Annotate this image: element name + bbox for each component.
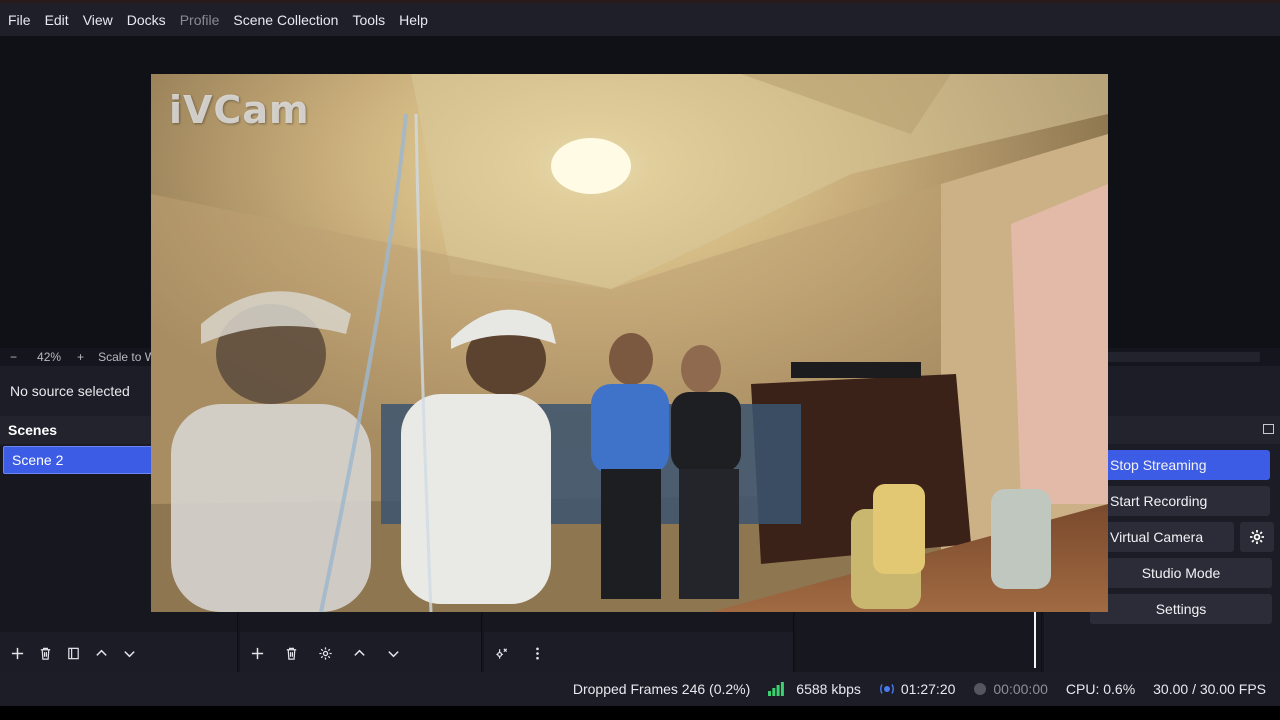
transition-duration-marker <box>1034 612 1036 668</box>
move-source-up-button[interactable] <box>348 642 370 664</box>
menu-profile[interactable]: Profile <box>180 12 220 28</box>
menu-scene-collection[interactable]: Scene Collection <box>233 12 338 28</box>
settings-button[interactable]: Settings <box>1090 594 1272 624</box>
zoom-level: 42% <box>37 350 62 364</box>
gear-icon <box>1250 530 1264 544</box>
settings-label: Settings <box>1155 601 1207 617</box>
cpu-text: CPU: 0.6% <box>1065 681 1136 697</box>
arrow-up-icon <box>353 649 365 656</box>
add-scene-button[interactable] <box>6 642 28 664</box>
video-scene-image <box>151 74 1108 612</box>
virtual-camera-label: Virtual Camera <box>1110 529 1204 545</box>
remove-source-button[interactable] <box>280 642 302 664</box>
start-recording-button[interactable]: Start Recording <box>1106 486 1270 516</box>
dropped-frames-text: Dropped Frames 246 (0.2%) <box>572 681 751 697</box>
trash-icon <box>40 647 50 660</box>
menu-tools[interactable]: Tools <box>352 12 385 28</box>
scale-mode-label[interactable]: Scale to Wi <box>98 350 159 364</box>
bitrate-text: 6588 kbps <box>796 681 861 697</box>
menu-view[interactable]: View <box>83 12 113 28</box>
kebab-menu-icon <box>535 647 539 659</box>
remove-scene-button[interactable] <box>34 642 56 664</box>
zoom-out-button[interactable]: − <box>10 350 17 364</box>
menu-docks[interactable]: Docks <box>127 12 166 28</box>
menu-file[interactable]: File <box>8 12 31 28</box>
filter-icon <box>67 647 79 659</box>
scene-list-item[interactable]: Scene 2 <box>3 446 153 474</box>
ivcam-watermark: iVCam <box>169 88 310 132</box>
advanced-audio-button[interactable] <box>490 642 512 664</box>
audio-mixer-menu-button[interactable] <box>526 642 548 664</box>
scenes-title: Scenes <box>8 422 58 438</box>
mixer-settings-icon <box>495 647 507 659</box>
status-bar: Dropped Frames 246 (0.2%) 6588 kbps 01:2… <box>0 672 1280 706</box>
sources-toolbar <box>240 634 481 672</box>
audio-mixer-toolbar <box>484 634 793 672</box>
cpu-status: CPU: 0.6% <box>1066 681 1135 697</box>
window-bottom-edge <box>0 706 1280 720</box>
record-time-status: 00:00:00 <box>973 681 1048 697</box>
studio-mode-label: Studio Mode <box>1141 565 1221 581</box>
move-source-down-button[interactable] <box>382 642 404 664</box>
move-scene-up-button[interactable] <box>90 642 112 664</box>
menu-bar: File Edit View Docks Profile Scene Colle… <box>0 0 1280 36</box>
trash-icon <box>286 647 296 660</box>
fps-status: 30.00 / 30.00 FPS <box>1153 681 1266 697</box>
signal-bars-icon <box>768 682 785 696</box>
float-dock-icon[interactable] <box>1263 424 1274 434</box>
add-source-button[interactable] <box>246 642 268 664</box>
stop-streaming-label: Stop Streaming <box>1110 457 1207 473</box>
move-scene-down-button[interactable] <box>118 642 140 664</box>
gear-icon <box>318 646 332 660</box>
no-source-label: No source selected <box>10 383 130 399</box>
plus-icon <box>251 647 263 659</box>
stream-time-status: 01:27:20 <box>879 681 956 697</box>
bitrate-status: 6588 kbps <box>768 681 861 697</box>
virtual-camera-button[interactable]: Virtual Camera <box>1106 522 1234 552</box>
stream-time-text: 01:27:20 <box>900 681 956 697</box>
dropped-frames-status: Dropped Frames 246 (0.2%) <box>573 681 750 697</box>
arrow-up-icon <box>95 649 107 656</box>
scene-item-label: Scene 2 <box>12 452 64 468</box>
scenes-toolbar <box>0 634 237 672</box>
arrow-down-icon <box>387 650 399 657</box>
recording-dot-icon <box>974 683 987 695</box>
virtual-camera-settings-button[interactable] <box>1240 522 1274 552</box>
menu-help[interactable]: Help <box>399 12 428 28</box>
zoom-in-button[interactable]: + <box>77 350 84 364</box>
source-properties-button[interactable] <box>314 642 336 664</box>
start-recording-label: Start Recording <box>1110 493 1208 509</box>
arrow-down-icon <box>123 650 135 657</box>
streaming-dot-icon <box>879 684 894 694</box>
record-time-text: 00:00:00 <box>993 681 1048 697</box>
stop-streaming-button[interactable]: Stop Streaming <box>1106 450 1270 480</box>
webcam-video-frame: iVCam <box>151 74 1108 612</box>
studio-mode-button[interactable]: Studio Mode <box>1090 558 1272 588</box>
scene-filters-button[interactable] <box>62 642 84 664</box>
plus-icon <box>11 647 23 659</box>
fps-text: 30.00 / 30.00 FPS <box>1153 681 1266 697</box>
menu-edit[interactable]: Edit <box>45 12 69 28</box>
